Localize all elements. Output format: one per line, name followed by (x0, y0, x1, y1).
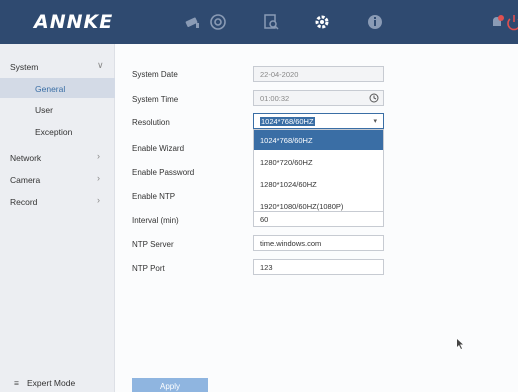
system-date-value: 22-04-2020 (260, 70, 299, 79)
sidebar-item-label: Network (10, 153, 42, 163)
ntp-port-value: 123 (260, 263, 273, 272)
resolution-option[interactable]: 1280*1024/60HZ (254, 174, 383, 194)
camera-icon[interactable] (183, 12, 203, 32)
dropdown-arrow-icon: ▾ (373, 118, 377, 125)
search-files-icon[interactable] (261, 12, 281, 32)
resolution-label: Resolution (132, 118, 170, 127)
sidebar-item-record[interactable]: Record › (0, 191, 115, 211)
system-date-field[interactable]: 22-04-2020 (253, 66, 384, 82)
resolution-option[interactable]: 1024*768/60HZ (254, 130, 383, 150)
sidebar-item-exception[interactable]: Exception (0, 121, 115, 141)
enable-password-label: Enable Password (132, 168, 195, 177)
ntp-server-label: NTP Server (132, 240, 174, 249)
enable-wizard-label: Enable Wizard (132, 144, 185, 153)
resolution-dropdown-list: 1024*768/60HZ 1280*720/60HZ 1280*1024/60… (253, 129, 384, 217)
sidebar-item-network[interactable]: Network › (0, 147, 115, 167)
ntp-server-input[interactable]: time.windows.com (253, 235, 384, 251)
system-time-value: 01:00:32 (260, 94, 290, 103)
mouse-cursor-icon (457, 339, 463, 349)
chevron-right-icon: › (97, 173, 100, 183)
resolution-select[interactable]: 1024*768/60HZ ▾ (253, 113, 384, 129)
chevron-down-icon: ∨ (97, 60, 104, 70)
interval-value: 60 (260, 215, 269, 224)
info-icon[interactable] (365, 12, 385, 32)
expert-mode-toggle[interactable]: ≡ Expert Mode (14, 378, 75, 388)
system-time-label: System Time (132, 95, 179, 104)
app-logo: ANNKE (34, 11, 114, 33)
system-date-label: System Date (132, 70, 178, 79)
clock-icon[interactable] (369, 93, 379, 103)
sidebar-item-system[interactable]: System ∨ (0, 56, 115, 76)
playback-icon[interactable] (208, 12, 228, 32)
sidebar-item-label: System (10, 62, 39, 72)
top-nav-bar: ANNKE (0, 0, 518, 44)
interval-input[interactable]: 60 (253, 211, 384, 227)
apply-button[interactable]: Apply (132, 378, 208, 392)
sliders-icon: ≡ (14, 378, 19, 388)
sidebar-item-camera[interactable]: Camera › (0, 169, 115, 189)
chevron-right-icon: › (97, 151, 100, 161)
settings-sidebar: System ∨ General User Exception Network … (0, 44, 115, 392)
sidebar-item-label: Record (10, 197, 38, 207)
sidebar-item-label: Camera (10, 175, 41, 185)
settings-icon[interactable] (312, 12, 332, 32)
power-icon[interactable] (504, 12, 518, 32)
ntp-server-value: time.windows.com (260, 239, 322, 248)
sidebar-item-label: General (35, 84, 66, 94)
sidebar-item-user[interactable]: User (0, 99, 115, 119)
resolution-option[interactable]: 1280*720/60HZ (254, 152, 383, 172)
system-time-field[interactable]: 01:00:32 (253, 90, 384, 106)
sidebar-item-label: Exception (35, 127, 73, 137)
expert-mode-label: Expert Mode (27, 378, 76, 388)
interval-label: Interval (min) (132, 216, 179, 225)
resolution-selected-value: 1024*768/60HZ (260, 117, 315, 126)
ntp-port-input[interactable]: 123 (253, 259, 384, 275)
sidebar-item-label: User (35, 105, 53, 115)
enable-ntp-label: Enable NTP (132, 192, 176, 201)
ntp-port-label: NTP Port (132, 264, 165, 273)
chevron-right-icon: › (97, 195, 100, 205)
sidebar-item-general[interactable]: General (0, 78, 115, 98)
